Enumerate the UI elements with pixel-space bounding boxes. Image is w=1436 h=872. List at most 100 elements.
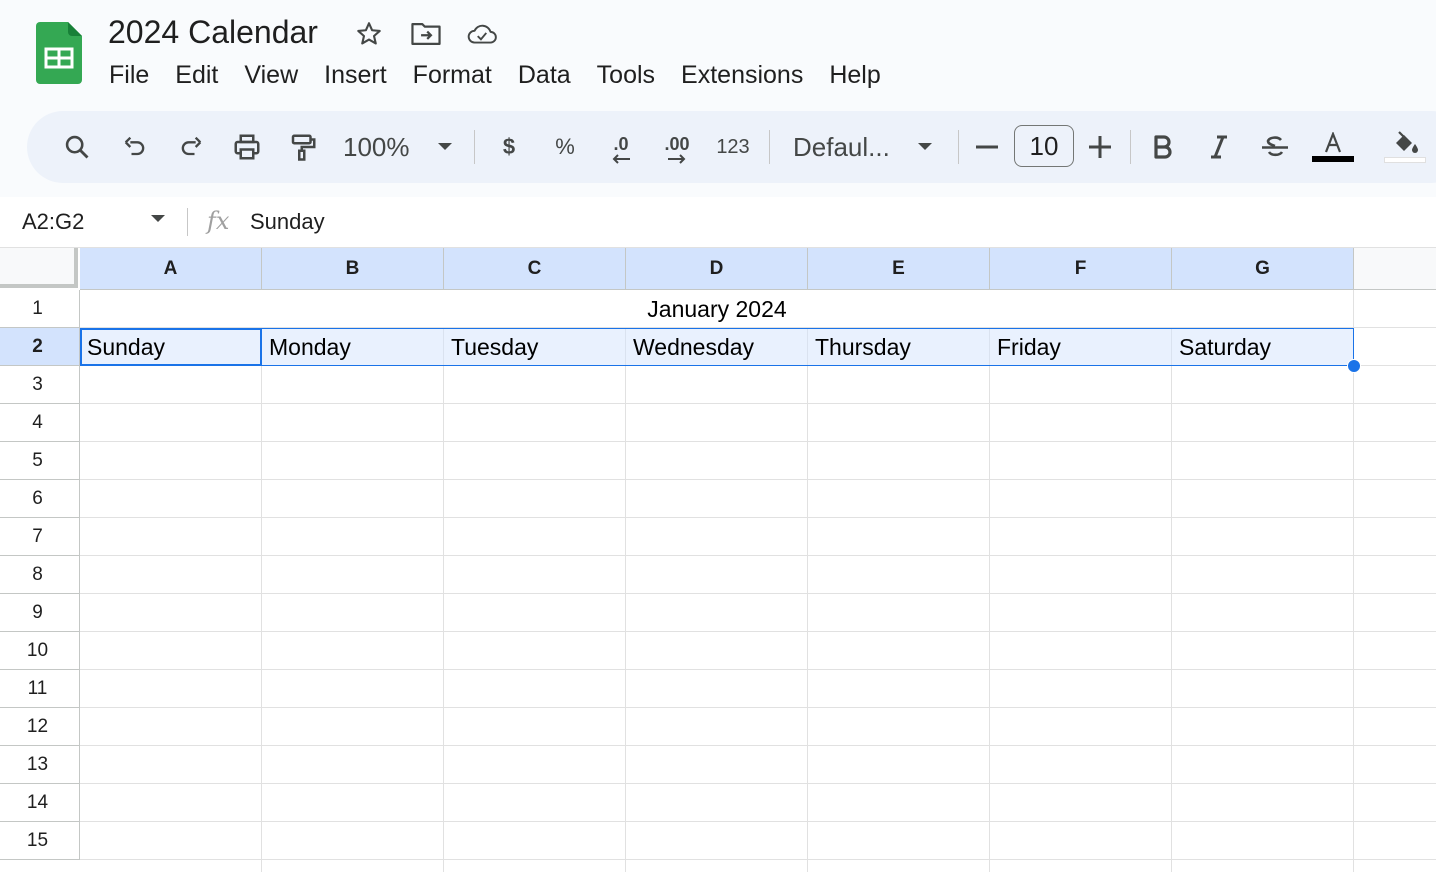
row-header-1[interactable]: 1 bbox=[0, 290, 80, 328]
row-line bbox=[80, 403, 1436, 404]
row-header-13[interactable]: 13 bbox=[0, 746, 80, 784]
row-line bbox=[80, 593, 1436, 594]
font-family-select[interactable]: Defaul... bbox=[793, 111, 903, 183]
row-line bbox=[80, 479, 1436, 480]
column-header-a[interactable]: A bbox=[80, 248, 262, 290]
percent-format-button[interactable]: % bbox=[545, 111, 585, 183]
redo-icon[interactable] bbox=[171, 111, 211, 183]
text-color-icon bbox=[1324, 132, 1342, 153]
decrease-font-size-icon[interactable] bbox=[967, 111, 1007, 183]
active-cell[interactable] bbox=[80, 328, 262, 366]
menu-format[interactable]: Format bbox=[400, 58, 505, 92]
toolbar-divider bbox=[1130, 130, 1131, 164]
currency-format-button[interactable]: $ bbox=[489, 111, 529, 183]
name-box[interactable]: A2:G2 bbox=[22, 205, 84, 239]
menu-edit[interactable]: Edit bbox=[162, 58, 231, 92]
row-line bbox=[80, 517, 1436, 518]
cell-f2-weekday[interactable]: Friday bbox=[997, 328, 1061, 366]
fill-color-button[interactable] bbox=[1383, 111, 1427, 183]
row-header-15[interactable]: 15 bbox=[0, 822, 80, 860]
column-header-empty bbox=[1354, 248, 1436, 290]
text-color-swatch bbox=[1312, 156, 1354, 162]
paint-bucket-icon bbox=[1396, 131, 1418, 153]
cell-b2-weekday[interactable]: Monday bbox=[269, 328, 351, 366]
row-line bbox=[80, 821, 1436, 822]
menu-help[interactable]: Help bbox=[816, 58, 893, 92]
row-header-3[interactable]: 3 bbox=[0, 366, 80, 404]
menu-insert[interactable]: Insert bbox=[311, 58, 400, 92]
cloud-saved-icon[interactable] bbox=[466, 18, 498, 50]
increase-decimal-button[interactable]: .00 bbox=[655, 111, 699, 183]
menu-view[interactable]: View bbox=[231, 58, 311, 92]
row-header-6[interactable]: 6 bbox=[0, 480, 80, 518]
paint-format-icon[interactable] bbox=[283, 111, 323, 183]
column-line bbox=[1171, 328, 1172, 872]
search-icon[interactable] bbox=[57, 111, 97, 183]
spreadsheet-grid[interactable]: ABCDEFG 1 2 3 4 5 6 7 8 9 10 11 12 13 14 15 January 20… bbox=[0, 248, 1436, 872]
italic-icon[interactable] bbox=[1199, 111, 1239, 183]
decrease-decimal-button[interactable]: .0 bbox=[599, 111, 643, 183]
zoom-value: 100% bbox=[343, 131, 410, 162]
row-line bbox=[80, 669, 1436, 670]
column-line bbox=[625, 328, 626, 872]
zoom-dropdown-icon[interactable] bbox=[431, 111, 459, 183]
star-icon[interactable] bbox=[353, 18, 385, 50]
menu-tools[interactable]: Tools bbox=[584, 58, 668, 92]
column-header-f[interactable]: F bbox=[990, 248, 1172, 290]
cell-a1-merged-title[interactable]: January 2024 bbox=[80, 290, 1354, 328]
row-header-2[interactable]: 2 bbox=[0, 328, 80, 366]
row-line bbox=[80, 555, 1436, 556]
function-icon: fx bbox=[207, 207, 230, 235]
row-header-7[interactable]: 7 bbox=[0, 518, 80, 556]
toolbar-divider bbox=[958, 130, 959, 164]
row-line bbox=[80, 745, 1436, 746]
fill-color-swatch bbox=[1384, 157, 1426, 163]
menu-extensions[interactable]: Extensions bbox=[668, 58, 816, 92]
formula-bar: A2:G2 fx Sunday bbox=[0, 197, 1436, 248]
column-header-c[interactable]: C bbox=[444, 248, 626, 290]
name-box-dropdown-icon[interactable] bbox=[150, 211, 166, 229]
cell-g2-weekday[interactable]: Saturday bbox=[1179, 328, 1271, 366]
toolbar: 100% $ % .0 .00 123 Defaul... 10 bbox=[27, 111, 1436, 183]
row-header-12[interactable]: 12 bbox=[0, 708, 80, 746]
cell-c2-weekday[interactable]: Tuesday bbox=[451, 328, 538, 366]
row-header-8[interactable]: 8 bbox=[0, 556, 80, 594]
document-title[interactable]: 2024 Calendar bbox=[108, 12, 318, 52]
font-size-input[interactable]: 10 bbox=[1014, 125, 1074, 167]
row-header-14[interactable]: 14 bbox=[0, 784, 80, 822]
menu-data[interactable]: Data bbox=[505, 58, 584, 92]
sheets-logo[interactable] bbox=[36, 22, 82, 84]
increase-font-size-icon[interactable] bbox=[1080, 111, 1120, 183]
menu-file[interactable]: File bbox=[96, 58, 162, 92]
bold-icon[interactable] bbox=[1143, 111, 1183, 183]
column-header-b[interactable]: B bbox=[262, 248, 444, 290]
more-formats-button[interactable]: 123 bbox=[711, 111, 755, 183]
undo-icon[interactable] bbox=[115, 111, 155, 183]
toolbar-divider bbox=[769, 130, 770, 164]
row-header-4[interactable]: 4 bbox=[0, 404, 80, 442]
zoom-select[interactable]: 100% bbox=[343, 111, 423, 183]
row-header-11[interactable]: 11 bbox=[0, 670, 80, 708]
strikethrough-icon[interactable] bbox=[1255, 111, 1295, 183]
row-line bbox=[80, 631, 1436, 632]
column-line bbox=[1353, 290, 1354, 872]
row-line bbox=[80, 783, 1436, 784]
print-icon[interactable] bbox=[227, 111, 267, 183]
cell-d2-weekday[interactable]: Wednesday bbox=[633, 328, 754, 366]
move-folder-icon[interactable] bbox=[410, 18, 442, 50]
row-header-10[interactable]: 10 bbox=[0, 632, 80, 670]
row-header-9[interactable]: 9 bbox=[0, 594, 80, 632]
font-dropdown-icon[interactable] bbox=[911, 111, 939, 183]
column-header-d[interactable]: D bbox=[626, 248, 808, 290]
row-line bbox=[80, 859, 1436, 860]
select-all-corner[interactable] bbox=[0, 248, 78, 288]
fill-handle[interactable] bbox=[1347, 359, 1361, 373]
column-header-g[interactable]: G bbox=[1172, 248, 1354, 290]
formula-input[interactable]: Sunday bbox=[250, 205, 325, 239]
row-header-5[interactable]: 5 bbox=[0, 442, 80, 480]
column-header-e[interactable]: E bbox=[808, 248, 990, 290]
text-color-button[interactable] bbox=[1311, 111, 1355, 183]
cell-e2-weekday[interactable]: Thursday bbox=[815, 328, 911, 366]
column-line bbox=[989, 328, 990, 872]
row-line bbox=[80, 707, 1436, 708]
